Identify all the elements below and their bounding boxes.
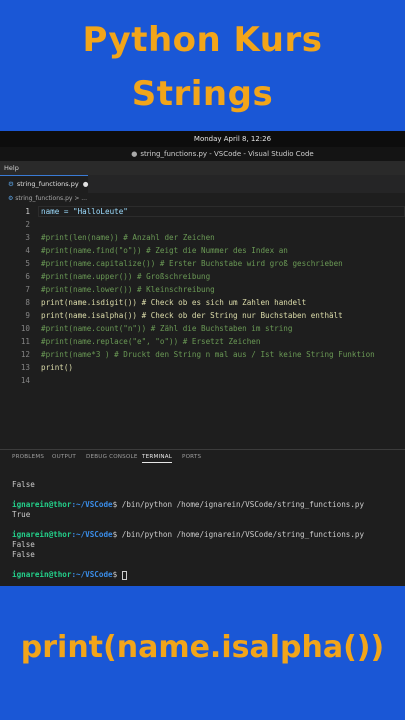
panel-tab-bar: PROBLEMS OUTPUT DEBUG CONSOLE TERMINAL P…	[0, 450, 405, 466]
prompt-symbol: $	[112, 570, 118, 579]
bottom-caption: print(name.isalpha())	[20, 630, 385, 665]
terminal-user: ignarein@thor	[12, 570, 72, 579]
terminal-path: :~/VSCode	[71, 500, 113, 509]
tab-problems[interactable]: PROBLEMS	[12, 454, 44, 460]
tab-string-functions[interactable]: ⚙ string_functions.py ●	[0, 175, 88, 193]
banner-title: Python Kurs	[82, 20, 323, 60]
line-number: 5	[25, 259, 30, 268]
code-line[interactable]: #print(name.count("n")) # Zähl die Buchs…	[41, 324, 292, 333]
terminal-path: :~/VSCode	[71, 570, 113, 579]
line-number: 13	[20, 363, 30, 372]
terminal-prompt: ignarein@thor:~/VSCode$ /bin/python /hom…	[12, 530, 364, 539]
code-line[interactable]: print(name.isdigit()) # Check ob es sich…	[41, 298, 306, 307]
line-number: 1	[25, 207, 30, 216]
breadcrumb-label: string_functions.py > ...	[15, 195, 87, 202]
breadcrumb[interactable]: ⚙ string_functions.py > ...	[0, 193, 405, 205]
line-number: 14	[20, 376, 30, 385]
code-line[interactable]: #print(name.replace("e", "o")) # Ersetzt…	[41, 337, 260, 346]
tab-ports[interactable]: PORTS	[182, 454, 201, 460]
code-editor[interactable]: 1 2 3 4 5 6 7 8 9 10 11 12 13 14 name = …	[0, 205, 405, 470]
code-line[interactable]: #print(name.lower()) # Kleinschreibung	[41, 285, 215, 294]
code-line[interactable]: name = "HalloLeute"	[41, 207, 128, 216]
tab-terminal[interactable]: TERMINAL	[142, 454, 173, 463]
unsaved-dot-icon: ●	[131, 150, 138, 158]
code-line[interactable]: #print(len(name)) # Anzahl der Zeichen	[41, 233, 215, 242]
tab-debug-console[interactable]: DEBUG CONSOLE	[86, 454, 138, 460]
editor-tab-bar: ⚙ string_functions.py ●	[0, 175, 405, 193]
line-number: 2	[25, 220, 30, 229]
banner-subtitle: Strings	[131, 74, 274, 114]
code-line[interactable]: #print(name.upper()) # Großschreibung	[41, 272, 210, 281]
line-number: 11	[20, 337, 30, 346]
menu-help[interactable]: Help	[4, 164, 19, 172]
line-number: 8	[25, 298, 30, 307]
terminal-command: /bin/python /home/ignarein/VSCode/string…	[117, 530, 365, 539]
code-line[interactable]: #print(name.capitalize()) # Erster Buchs…	[41, 259, 343, 268]
terminal-output: False	[12, 480, 35, 489]
code-line[interactable]: print()	[41, 363, 73, 372]
terminal-output: False	[12, 540, 35, 549]
terminal-output: True	[12, 510, 31, 519]
line-number: 9	[25, 311, 30, 320]
menu-bar: Help	[0, 161, 405, 175]
modified-dot-icon[interactable]: ●	[83, 180, 89, 188]
line-number: 12	[20, 350, 30, 359]
terminal-user: ignarein@thor	[12, 500, 72, 509]
clock[interactable]: Monday April 8, 12:26	[194, 135, 271, 143]
terminal-path: :~/VSCode	[71, 530, 113, 539]
code-line[interactable]: #print(name.find("o")) # Zeigt die Numme…	[41, 246, 288, 255]
window-title: string_functions.py - VSCode - Visual St…	[140, 150, 314, 158]
tab-output[interactable]: OUTPUT	[52, 454, 76, 460]
terminal-prompt: ignarein@thor:~/VSCode$ /bin/python /hom…	[12, 500, 364, 509]
tab-label: string_functions.py	[16, 180, 79, 188]
os-top-bar: Monday April 8, 12:26	[0, 131, 405, 147]
window-title-bar: ● string_functions.py - VSCode - Visual S…	[0, 147, 405, 161]
code-line[interactable]: #print(name*3 ) # Druckt den String n ma…	[41, 350, 375, 359]
code-line[interactable]: print(name.isalpha()) # Check ob der Str…	[41, 311, 343, 320]
line-number: 7	[25, 285, 30, 294]
line-number: 4	[25, 246, 30, 255]
terminal-user: ignarein@thor	[12, 530, 72, 539]
line-number: 6	[25, 272, 30, 281]
python-file-icon: ⚙	[8, 180, 14, 188]
terminal-input-line[interactable]: ignarein@thor:~/VSCode$	[12, 570, 127, 580]
terminal-command: /bin/python /home/ignarein/VSCode/string…	[117, 500, 365, 509]
vscode-screenshot: Monday April 8, 12:26 ● string_functions.…	[0, 131, 405, 586]
bottom-panel: PROBLEMS OUTPUT DEBUG CONSOLE TERMINAL P…	[0, 449, 405, 586]
line-number: 10	[20, 324, 30, 333]
line-number: 3	[25, 233, 30, 242]
terminal-cursor	[121, 570, 127, 580]
terminal-output: False	[12, 550, 35, 559]
